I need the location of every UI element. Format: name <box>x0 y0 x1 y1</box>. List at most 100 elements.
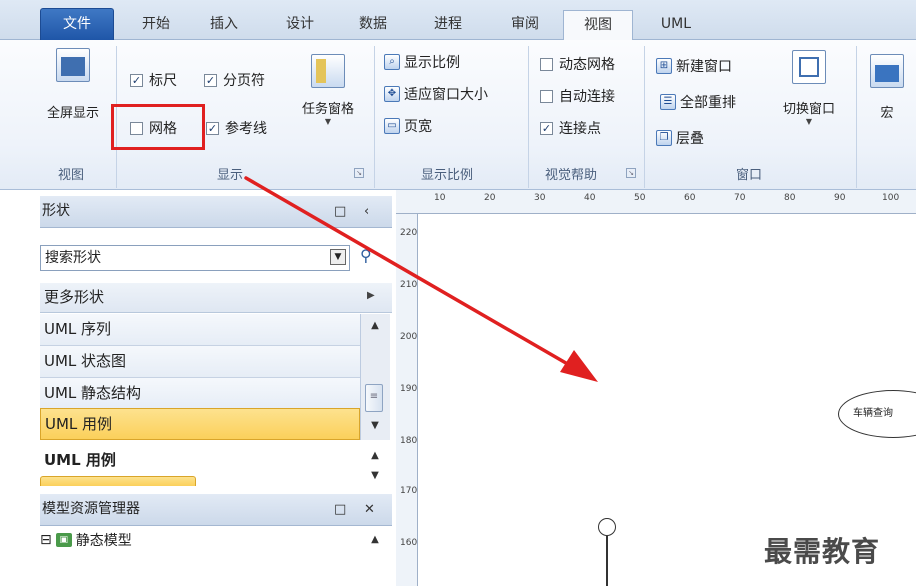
collapse-icon[interactable]: ‹ <box>364 196 369 227</box>
dialog-launcher-icon[interactable]: ↘ <box>626 168 636 178</box>
macros-button[interactable]: 宏 <box>862 54 912 121</box>
window-group-label: 窗口 <box>735 168 762 183</box>
guides-label: 参考线 <box>225 121 267 137</box>
switch-window-label: 切换窗口 <box>782 102 835 117</box>
tab-uml[interactable]: UML <box>648 10 704 40</box>
ruler-tick: 10 <box>434 193 446 203</box>
stencil-uml-statechart[interactable]: UML 状态图 <box>40 346 360 378</box>
magnifier-icon: ⌕ <box>384 54 400 70</box>
ruler-tick: 30 <box>534 193 546 203</box>
tree-item-static-model[interactable]: ⊟ ▣ 静态模型 <box>40 530 132 550</box>
search-dropdown-icon[interactable]: ▼ <box>330 249 346 265</box>
group-divider <box>856 46 857 188</box>
model-explorer-title: 模型资源管理器 <box>42 501 140 517</box>
visual-aids-group-label: 视觉帮助 <box>544 168 597 183</box>
auto-connect-check-box <box>540 89 553 103</box>
switch-window-button[interactable]: 切换窗口 ▼ <box>772 50 846 126</box>
connection-points-check-icon: ✓ <box>540 121 553 135</box>
open-stencil-title: UML 用例 <box>40 446 360 474</box>
tab-home[interactable]: 开始 <box>128 10 184 40</box>
ruler-tick: 80 <box>784 193 796 203</box>
auto-connect-label: 自动连接 <box>559 89 615 105</box>
scroll-up-icon[interactable]: ▲ <box>360 446 390 466</box>
watermark-text: 最需教育 <box>764 535 881 568</box>
arrange-all-icon: ☰ <box>660 94 676 110</box>
tree-item-label: 静态模型 <box>75 533 132 549</box>
page-width-label: 页宽 <box>404 119 432 135</box>
horizontal-ruler: 10 20 30 40 50 60 70 80 90 100 <box>396 190 916 214</box>
ruler-tick: 40 <box>584 193 596 203</box>
fullscreen-button[interactable]: 全屏显示 <box>38 48 108 121</box>
arrange-all-label: 全部重排 <box>680 95 736 111</box>
restore-icon[interactable]: □ <box>334 494 346 525</box>
macros-icon <box>870 54 904 88</box>
pagebreak-checkbox[interactable]: ✓ 分页符 <box>204 70 265 90</box>
chevron-down-icon: ▼ <box>805 117 813 126</box>
restore-icon[interactable]: □ <box>334 196 346 227</box>
stencil-uml-sequence[interactable]: UML 序列 <box>40 314 360 346</box>
vertical-ruler: 220 210 200 190 180 170 160 <box>396 214 418 586</box>
shapes-panel-title: 形状 <box>42 203 70 219</box>
group-divider <box>528 46 529 188</box>
ruler-tick: 220 <box>400 228 418 238</box>
tab-view[interactable]: 视图 <box>563 10 633 41</box>
dynamic-grid-checkbox[interactable]: 动态网格 <box>540 54 615 74</box>
connection-points-label: 连接点 <box>559 121 601 137</box>
actor-shape-body[interactable] <box>606 536 608 586</box>
package-icon: ▣ <box>55 533 72 547</box>
ruler-checkbox[interactable]: ✓ 标尺 <box>130 70 177 90</box>
dialog-launcher-icon[interactable]: ↘ <box>354 168 364 178</box>
tab-insert[interactable]: 插入 <box>196 10 252 40</box>
scroll-down-icon[interactable]: ▼ <box>360 466 390 486</box>
close-icon[interactable]: ✕ <box>364 494 375 525</box>
auto-connect-checkbox[interactable]: 自动连接 <box>540 86 615 106</box>
pagebreak-check-icon: ✓ <box>204 73 217 87</box>
ruler-tick: 210 <box>400 280 418 290</box>
fullscreen-icon <box>56 48 90 82</box>
tree-expander-icon[interactable]: ⊟ <box>40 532 52 548</box>
task-pane-button[interactable]: 任务窗格 ▼ <box>292 54 364 126</box>
stencil-uml-static-structure[interactable]: UML 静态结构 <box>40 378 360 410</box>
grid-highlight-box <box>111 104 205 150</box>
tab-review[interactable]: 审阅 <box>497 10 553 40</box>
shape-search-input[interactable]: 搜索形状 <box>40 245 350 271</box>
fit-window-button[interactable]: ✥ 适应窗口大小 <box>384 84 488 104</box>
stencil-tab[interactable] <box>40 476 196 486</box>
zoom-label: 显示比例 <box>404 55 460 71</box>
task-pane-label: 任务窗格 <box>301 102 354 117</box>
ruler-tick: 200 <box>400 332 418 342</box>
scroll-thumb[interactable]: ≡ <box>365 384 383 412</box>
guides-checkbox[interactable]: ✓ 参考线 <box>206 118 267 138</box>
scroll-down-icon[interactable]: ▼ <box>360 416 390 436</box>
search-icon[interactable]: ⚲ <box>360 246 372 265</box>
cascade-button[interactable]: ❐ 层叠 <box>656 128 704 148</box>
tab-process[interactable]: 进程 <box>420 10 476 40</box>
tab-design[interactable]: 设计 <box>272 10 328 40</box>
new-window-label: 新建窗口 <box>676 59 732 75</box>
scroll-up-icon[interactable]: ▲ <box>360 530 390 550</box>
actor-shape-head[interactable] <box>598 518 616 536</box>
arrange-all-button[interactable]: ☰ 全部重排 <box>660 92 736 112</box>
ruler-tick: 50 <box>634 193 646 203</box>
zoom-button[interactable]: ⌕ 显示比例 <box>384 52 460 72</box>
page-width-button[interactable]: ▭ 页宽 <box>384 116 432 136</box>
tab-file[interactable]: 文件 <box>40 8 114 40</box>
more-shapes-menu[interactable]: 更多形状 <box>40 283 392 313</box>
ruler-tick: 100 <box>882 193 900 203</box>
ruler-label: 标尺 <box>149 73 177 89</box>
stencil-uml-usecase[interactable]: UML 用例 <box>40 408 360 440</box>
cascade-label: 层叠 <box>676 131 704 147</box>
ruler-tick: 70 <box>734 193 746 203</box>
ruler-tick: 180 <box>400 436 418 446</box>
group-divider <box>644 46 645 188</box>
shapes-panel-header: 形状 □ ‹ <box>40 196 392 228</box>
pagebreak-label: 分页符 <box>223 73 265 89</box>
group-divider <box>374 46 375 188</box>
scroll-up-icon[interactable]: ▲ <box>360 316 390 336</box>
connection-points-checkbox[interactable]: ✓ 连接点 <box>540 118 601 138</box>
tab-data[interactable]: 数据 <box>345 10 401 40</box>
new-window-button[interactable]: ⊞ 新建窗口 <box>656 56 732 76</box>
ruler-tick: 170 <box>400 486 418 496</box>
new-window-icon: ⊞ <box>656 58 672 74</box>
show-group-label: 显示 <box>216 168 243 183</box>
